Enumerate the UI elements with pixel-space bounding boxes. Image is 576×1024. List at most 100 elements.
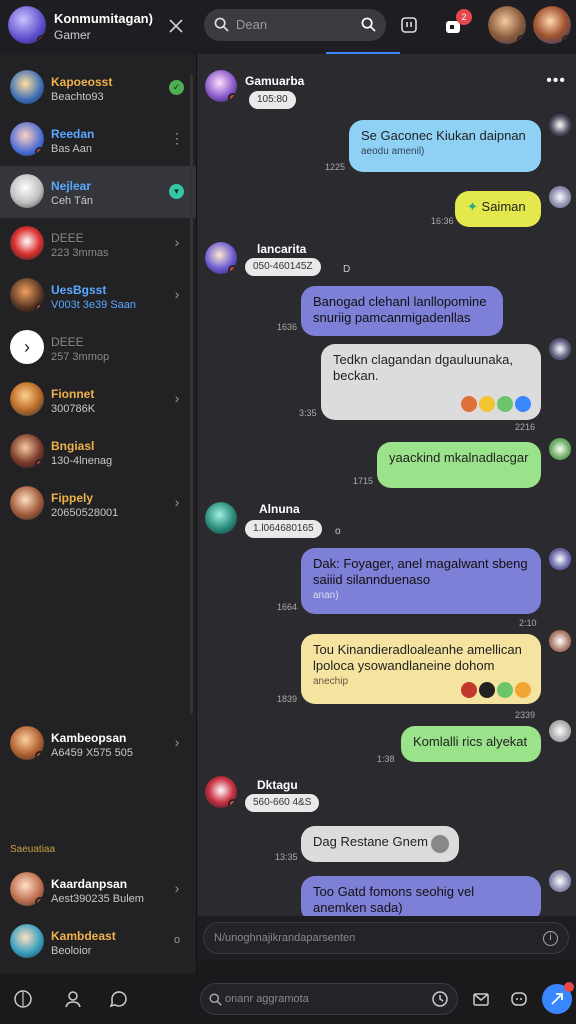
- message-bubble[interactable]: yaackind mkalnadlacgar: [377, 442, 541, 488]
- chevron-right-icon[interactable]: ›: [170, 735, 184, 749]
- contact-status: 20650528001: [51, 507, 119, 519]
- message-meta: 105:80: [249, 91, 296, 109]
- app-title: Konmumitagan): [54, 11, 153, 26]
- reaction-icon[interactable]: [497, 396, 513, 412]
- search-box[interactable]: Dean: [204, 9, 386, 41]
- notifications-icon[interactable]: 2: [442, 9, 472, 37]
- sender-avatar[interactable]: [205, 776, 237, 808]
- message-meta: 1.l064680165: [245, 520, 322, 538]
- contact-name: DEEE: [51, 335, 84, 349]
- contact-name: Kambdeast: [51, 929, 116, 943]
- contact-item[interactable]: Kambeopsan A6459 X575 505 ›: [0, 718, 196, 770]
- contact-item[interactable]: › DEEE 257 3mmop: [0, 322, 196, 374]
- message-text: Dak: Foyager, anel magalwant sbeng saiii…: [313, 556, 528, 587]
- contact-item[interactable]: DEEE 223 3mmas ›: [0, 218, 196, 270]
- message-input[interactable]: N/unoghnajikrandaparsenten i: [203, 922, 569, 954]
- contact-name: Fionnet: [51, 387, 95, 401]
- contact-item[interactable]: Kapoeosst Beachto93 ✓: [0, 62, 196, 114]
- chevron-right-icon[interactable]: ›: [170, 495, 184, 509]
- message-time: 16:36: [431, 216, 454, 226]
- sender-avatar[interactable]: [205, 70, 237, 102]
- contact-name: UesBgsst: [51, 283, 107, 297]
- chat-bubble-icon[interactable]: [399, 15, 419, 35]
- contact-item[interactable]: Kambdeast Beoloior o: [0, 916, 196, 968]
- contact-item[interactable]: UesBgsst V003t 3e39 Saan ›: [0, 270, 196, 322]
- sender-avatar: [549, 186, 571, 208]
- search-icon[interactable]: [361, 17, 376, 37]
- message-input-placeholder: N/unoghnajikrandaparsenten: [214, 932, 356, 944]
- clock-icon[interactable]: [431, 990, 449, 1013]
- message-text: Se Gaconec Kiukan daipnan: [361, 128, 526, 143]
- sidebar-scrollbar[interactable]: [190, 74, 193, 714]
- reaction-icon[interactable]: [461, 682, 477, 698]
- reaction-row: [459, 395, 531, 412]
- contact-name: Fippely: [51, 491, 94, 505]
- bottom-search-box[interactable]: onanr aggramota: [200, 983, 458, 1015]
- message-time: 2216: [515, 422, 536, 432]
- check-icon[interactable]: [515, 396, 531, 412]
- user-avatar[interactable]: [8, 6, 46, 44]
- reaction-icon[interactable]: [479, 396, 495, 412]
- message-suffix: o: [335, 526, 341, 537]
- section-label: Saeuatiaa: [10, 844, 56, 855]
- message-text: Saiman: [481, 199, 526, 214]
- contact-item[interactable]: Fionnet 300786K ›: [0, 374, 196, 426]
- message-bubble[interactable]: Dag Restane Gnem: [301, 826, 459, 862]
- message-bubble[interactable]: Komlalli rics alyekat: [401, 726, 541, 762]
- message-time: 1715: [353, 476, 374, 486]
- sender-avatar[interactable]: [205, 242, 237, 274]
- reaction-icon[interactable]: [479, 682, 495, 698]
- message-bubble[interactable]: Tedkn clagandan dgauluunaka, beckan.: [321, 344, 541, 420]
- contact-avatar: [10, 382, 44, 416]
- sender-name: Alnuna: [259, 502, 300, 516]
- reaction-icon[interactable]: [461, 396, 477, 412]
- composer-bar: N/unoghnajikrandaparsenten i: [197, 916, 576, 960]
- notification-count: 2: [456, 9, 472, 25]
- star-icon: ✦: [467, 199, 478, 214]
- compass-icon[interactable]: [12, 988, 34, 1010]
- info-icon[interactable]: i: [543, 931, 558, 946]
- contact-name: Kambeopsan: [51, 731, 127, 745]
- message-subtext: aeodu amenil): [361, 146, 425, 157]
- sender-avatar: [549, 630, 571, 652]
- message-bubble[interactable]: Tou Kinandieradloaleanhe amellican lpolo…: [301, 634, 541, 704]
- attachment-icon[interactable]: [431, 835, 449, 853]
- contact-item[interactable]: Bngiasl 130-4lnenag: [0, 426, 196, 478]
- search-placeholder: Dean: [236, 17, 268, 32]
- message-bubble[interactable]: Banogad clehanl lanllopomine snuriig pam…: [301, 286, 503, 336]
- send-icon[interactable]: [542, 982, 574, 1014]
- reaction-icon[interactable]: [497, 682, 513, 698]
- reaction-row: [459, 681, 531, 698]
- chevron-right-icon[interactable]: ›: [170, 881, 184, 895]
- more-vertical-icon[interactable]: ⋮: [170, 131, 184, 145]
- message-bubble[interactable]: Dak: Foyager, anel magalwant sbeng saiii…: [301, 548, 541, 614]
- contact-name: DEEE: [51, 231, 84, 245]
- contact-avatar: [10, 226, 44, 260]
- chevron-right-icon[interactable]: ›: [170, 391, 184, 405]
- sender-avatar[interactable]: [205, 502, 237, 534]
- message-bubble[interactable]: Too Gatd fomons seohig vel anemken sada): [301, 876, 541, 916]
- message-time: 2:10: [519, 618, 537, 628]
- chevron-right-icon[interactable]: ›: [170, 287, 184, 301]
- contact-avatar: [10, 122, 44, 156]
- mail-icon[interactable]: [470, 988, 492, 1010]
- message-text: Banogad clehanl lanllopomine snuriig pam…: [313, 294, 487, 325]
- status-indicator: o: [173, 934, 181, 946]
- contact-item[interactable]: Kaardanpsan Aest390235 Bulem ›: [0, 864, 196, 916]
- contact-item[interactable]: Fippely 20650528001 ›: [0, 478, 196, 530]
- message-bubble[interactable]: ✦ Saiman: [455, 191, 541, 227]
- contact-item-selected[interactable]: Nejlear Ceh Tán ▾: [0, 166, 196, 218]
- message-bubble[interactable]: Se Gaconec Kiukan daipnan aeodu amenil): [349, 120, 541, 172]
- more-horizontal-icon[interactable]: •••: [546, 72, 566, 90]
- contact-item[interactable]: Reedan Bas Aan ⋮: [0, 114, 196, 166]
- chevron-down-icon[interactable]: ▾: [169, 184, 184, 199]
- friend-avatar[interactable]: [488, 6, 526, 44]
- contact-sidebar: Kapoeosst Beachto93 ✓ Reedan Bas Aan ⋮ N…: [0, 54, 197, 974]
- emoji-icon[interactable]: [508, 988, 530, 1010]
- chat-icon[interactable]: [108, 988, 130, 1010]
- reaction-icon[interactable]: [515, 682, 531, 698]
- profile-icon[interactable]: [62, 988, 84, 1010]
- close-icon[interactable]: [164, 14, 188, 38]
- friend-avatar[interactable]: [533, 6, 571, 44]
- chevron-right-icon[interactable]: ›: [170, 235, 184, 249]
